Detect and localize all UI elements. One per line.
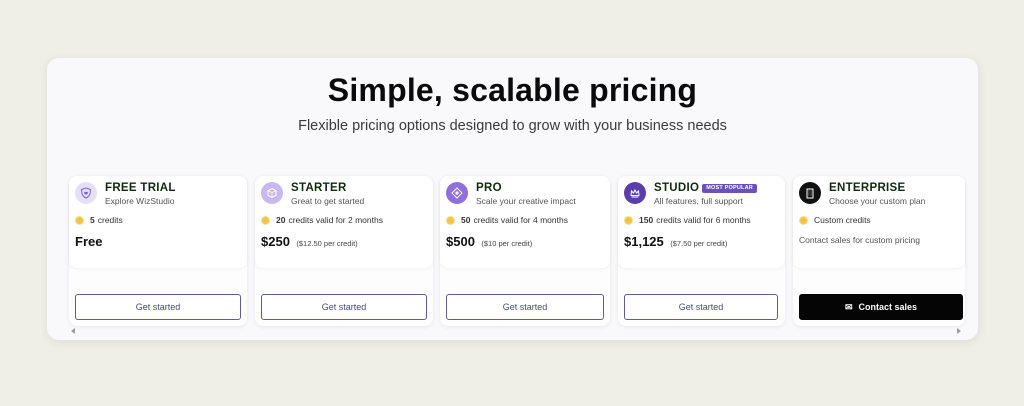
most-popular-badge: MOST POPULAR (702, 183, 757, 193)
page-subtitle: Flexible pricing options designed to gro… (298, 118, 727, 134)
credits-count: 20 (276, 215, 286, 225)
plan-card-pro: PRO Scale your creative impact 50 credit… (440, 176, 610, 326)
plan-name-text: STUDIO (654, 182, 700, 194)
plan-price-row: $250 ($12.50 per credit) (261, 233, 358, 251)
plan-credits: 20 credits valid for 2 months (261, 215, 383, 225)
plan-card-enterprise: ENTERPRISE Choose your custom plan Custo… (793, 176, 965, 326)
contact-sales-label: Contact sales (858, 302, 918, 312)
plan-name: FREE TRIAL (105, 182, 176, 194)
building-icon (799, 182, 821, 204)
coin-icon (446, 215, 455, 225)
plan-per-credit: ($10 per credit) (481, 239, 533, 248)
plan-per-credit: ($12.50 per credit) (296, 239, 358, 248)
plan-price: $500 (446, 234, 475, 249)
plan-description: Choose your custom plan (829, 196, 926, 206)
plan-cards: FREE TRIAL Explore WizStudio 5 credits F… (69, 176, 965, 326)
plan-card-studio: STUDIO MOST POPULAR All features, full su… (618, 176, 785, 326)
plan-description: Explore WizStudio (105, 196, 175, 206)
get-started-button-studio[interactable]: Get started (624, 294, 778, 320)
credits-text: Custom credits (814, 215, 871, 225)
get-started-button-pro[interactable]: Get started (446, 294, 604, 320)
plan-pricing-note: Contact sales for custom pricing (799, 235, 920, 245)
plan-card-header: FREE TRIAL Explore WizStudio 5 credits F… (69, 176, 247, 268)
plan-card-header: ENTERPRISE Choose your custom plan Custo… (793, 176, 965, 268)
plan-description: Great to get started (291, 196, 365, 206)
cube-icon (261, 182, 283, 204)
plan-per-credit: ($7.50 per credit) (670, 239, 728, 248)
coin-icon (261, 215, 270, 225)
plan-name: STUDIO MOST POPULAR (654, 182, 757, 194)
pricing-panel: Simple, scalable pricing Flexible pricin… (47, 58, 978, 340)
credits-count: 50 (461, 215, 471, 225)
contact-sales-button[interactable]: ✉ Contact sales (799, 294, 963, 320)
plan-name: STARTER (291, 182, 347, 194)
plan-price-row: Free (75, 233, 102, 251)
credits-count: 150 (639, 215, 654, 225)
plan-credits: 5 credits (75, 215, 123, 225)
plan-card-free-trial: FREE TRIAL Explore WizStudio 5 credits F… (69, 176, 247, 326)
plan-price: Free (75, 234, 103, 249)
get-started-button-free-trial[interactable]: Get started (75, 294, 241, 320)
plan-description: All features, full support (654, 196, 743, 206)
plan-card-header: PRO Scale your creative impact 50 credit… (440, 176, 610, 268)
get-started-button-starter[interactable]: Get started (261, 294, 427, 320)
plan-price-row: $1,125 ($7.50 per credit) (624, 233, 727, 251)
coin-icon (75, 215, 84, 225)
credits-text: credits valid for 6 months (656, 215, 751, 225)
plan-credits: 50 credits valid for 4 months (446, 215, 568, 225)
plan-price: $250 (261, 234, 290, 249)
plan-card-header: STARTER Great to get started 20 credits … (255, 176, 433, 268)
plan-card-header: STUDIO MOST POPULAR All features, full su… (618, 176, 785, 268)
mail-icon: ✉ (844, 301, 853, 312)
plan-price: $1,125 (624, 234, 664, 249)
coin-icon (624, 215, 633, 225)
credits-text: credits valid for 4 months (473, 215, 568, 225)
coin-icon (799, 215, 808, 225)
plan-price-row: $500 ($10 per credit) (446, 233, 532, 251)
credits-count: 5 (90, 215, 95, 225)
scroll-left-arrow-icon[interactable] (71, 328, 75, 334)
plan-credits: 150 credits valid for 6 months (624, 215, 751, 225)
credits-text: credits (97, 215, 123, 225)
plan-card-starter: STARTER Great to get started 20 credits … (255, 176, 433, 326)
plan-name: PRO (476, 182, 502, 194)
page-title: Simple, scalable pricing (327, 72, 698, 108)
scroll-right-arrow-icon[interactable] (957, 328, 961, 334)
crown-icon (624, 182, 646, 204)
plan-name: ENTERPRISE (829, 182, 906, 194)
shield-heart-icon (75, 182, 97, 204)
plan-description: Scale your creative impact (476, 196, 576, 206)
plan-credits: Custom credits (799, 215, 871, 225)
credits-text: credits valid for 2 months (288, 215, 383, 225)
diamond-icon (446, 182, 468, 204)
